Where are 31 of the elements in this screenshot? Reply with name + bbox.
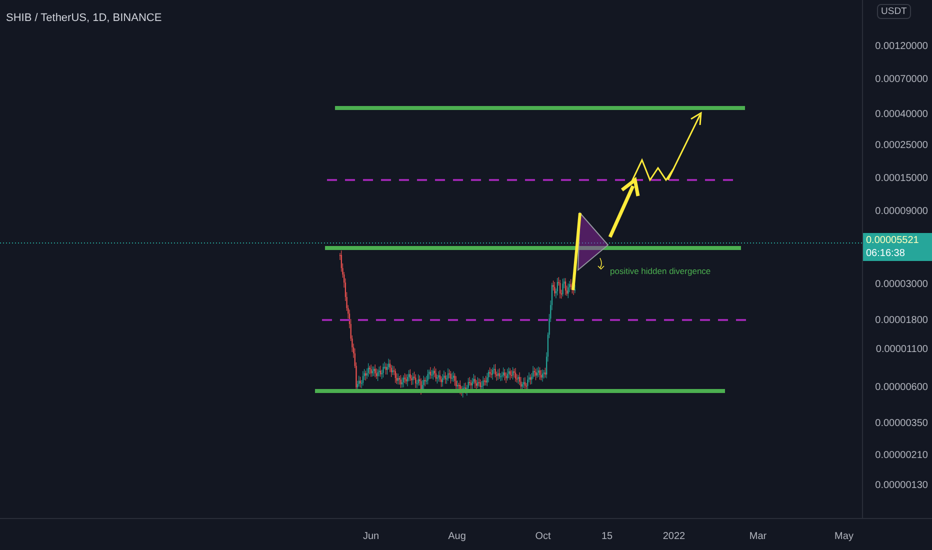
- price-label: 0.00000130: [875, 480, 928, 492]
- price-label: 0.00000350: [875, 418, 928, 430]
- time-label: Oct: [535, 530, 551, 544]
- time-axis[interactable]: Jun Aug Oct 15 2022 Mar May: [0, 518, 932, 550]
- time-label: Aug: [448, 530, 466, 544]
- price-label: 0.00001100: [876, 344, 928, 356]
- zigzag-arrow-drawing: [631, 112, 702, 182]
- price-label: 0.00070000: [875, 74, 928, 86]
- price-label: 0.00015000: [875, 173, 928, 185]
- last-price: 0.00005521: [866, 234, 920, 247]
- price-label: 0.00025000: [875, 140, 928, 152]
- time-label: 15: [601, 530, 613, 544]
- chart-title: SHIB / TetherUS, 1D, BINANCE: [6, 11, 162, 26]
- price-label: 0.00009000: [875, 206, 928, 218]
- time-label: Mar: [749, 530, 767, 544]
- currency-label[interactable]: USDT: [877, 4, 911, 19]
- price-label: 0.00001800: [875, 315, 928, 327]
- countdown-timer: 06:16:38: [866, 247, 906, 260]
- price-label: 0.00000600: [875, 382, 928, 394]
- price-axis[interactable]: 0.00120000 0.00070000 0.00040000 0.00025000 0.00015000 0.00009000 0.00003000 0.00001800 0.00001100 0.00000600 0.00000350 0.00000210 0.00000130 USDT 0.00005521 06:16:38: [862, 0, 932, 518]
- arrow-drawing: [608, 176, 640, 238]
- price-label: 0.00040000: [875, 109, 928, 121]
- triangle-drawing: [577, 212, 609, 272]
- price-label: 0.00120000: [875, 41, 928, 53]
- annotation-text: positive hidden divergence: [610, 265, 711, 278]
- pointer-arrow-icon: [598, 258, 604, 270]
- time-label: May: [834, 530, 854, 544]
- time-label: Jun: [362, 530, 380, 544]
- time-label: 2022: [662, 530, 686, 544]
- price-label: 0.00003000: [875, 279, 928, 291]
- price-label: 0.00000210: [875, 450, 928, 462]
